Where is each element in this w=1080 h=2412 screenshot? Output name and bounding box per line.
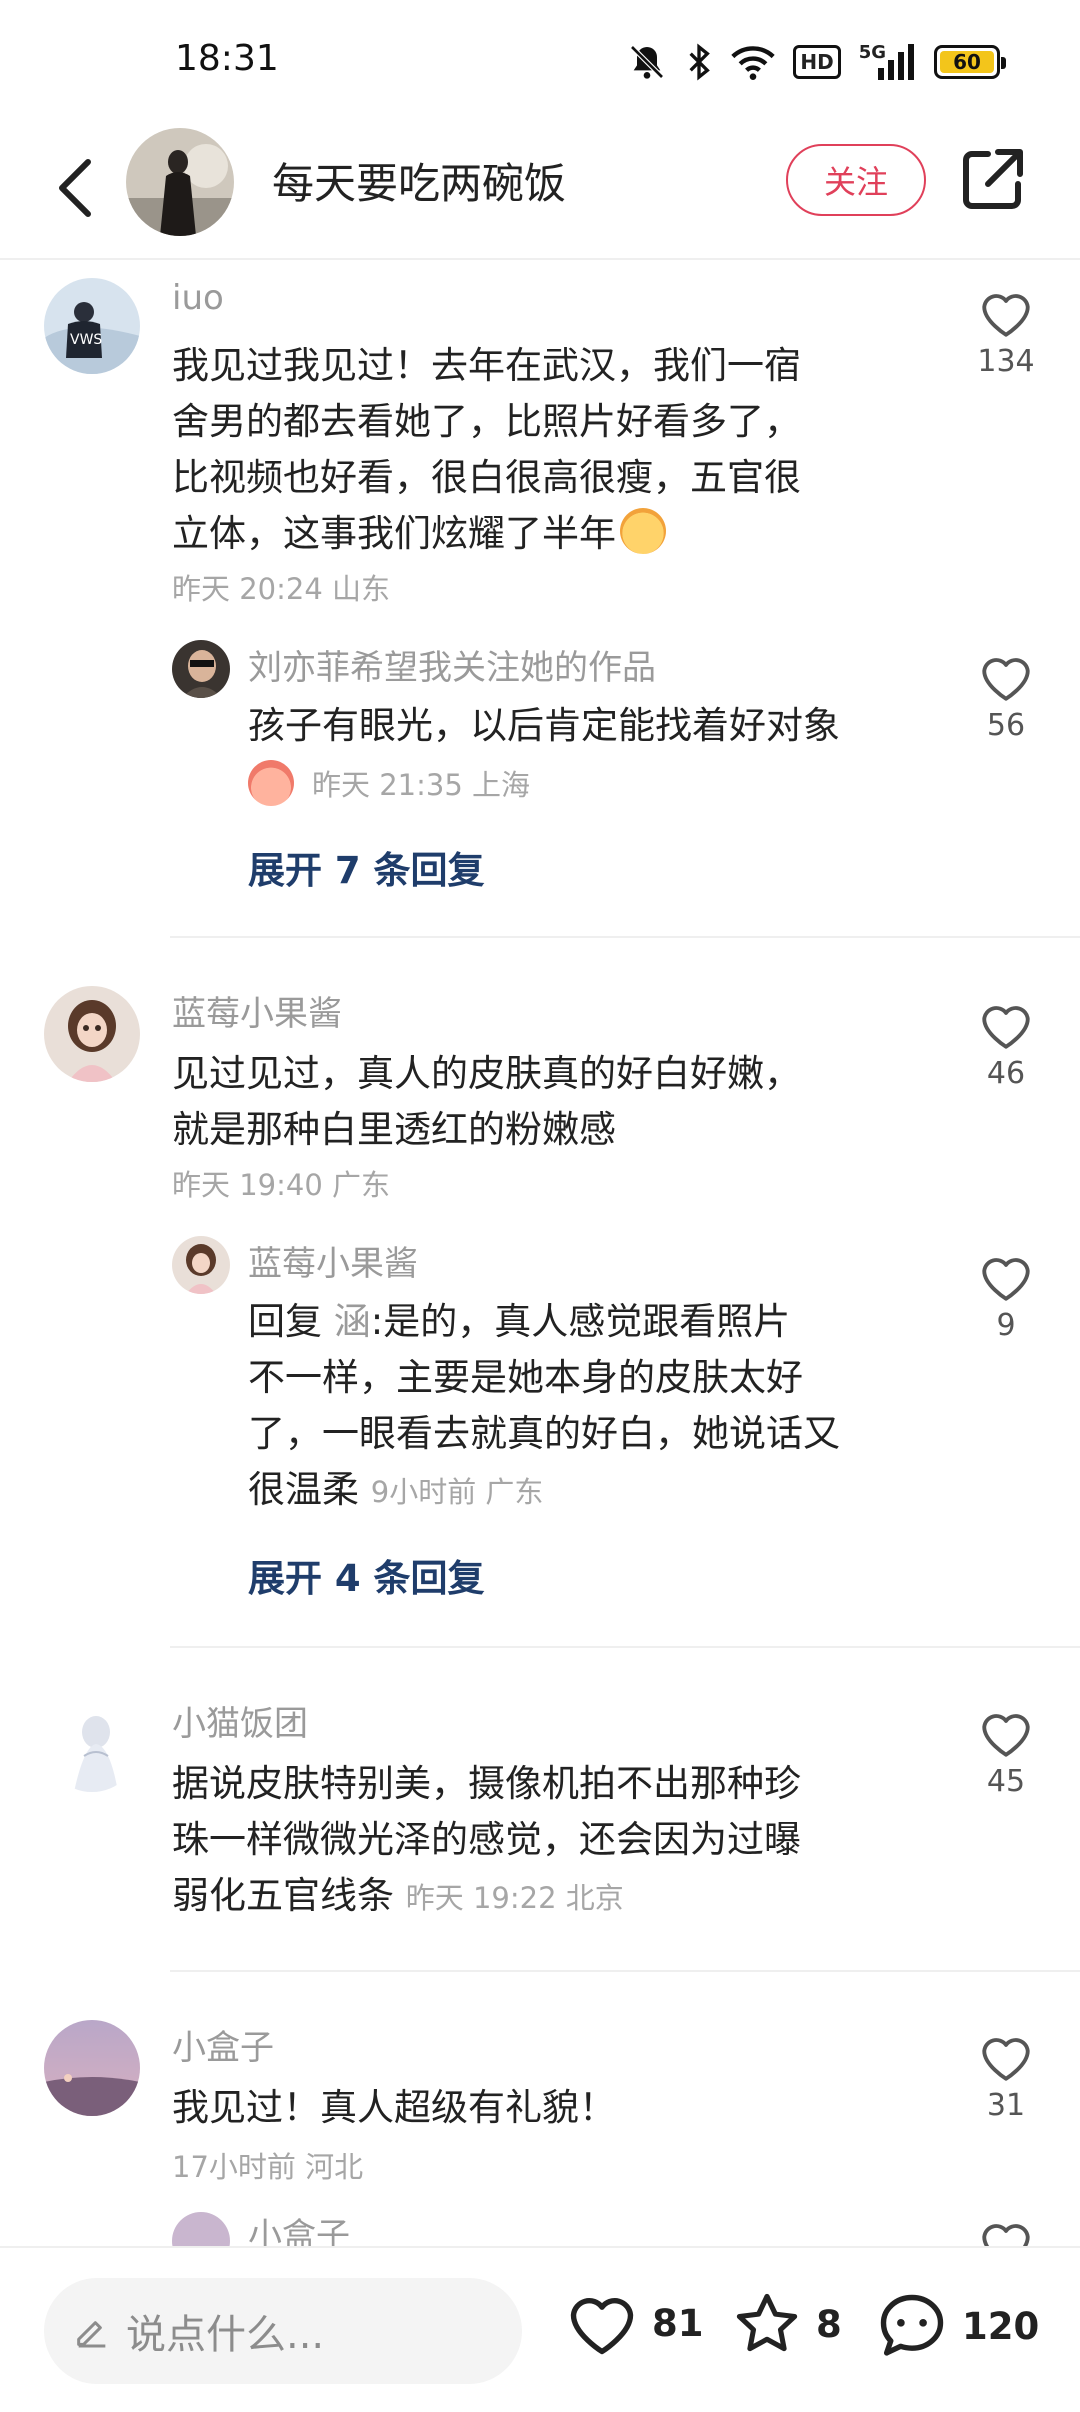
share-button[interactable] <box>956 144 1028 216</box>
svg-text:VWS: VWS <box>70 332 102 348</box>
comment-text: 我见过！真人超级有礼貌！ <box>172 2086 616 2129</box>
comment-text-line: 弱化五官线条 <box>172 1874 394 1917</box>
comment-meta: 昨天 20:24 山东 <box>172 572 391 606</box>
avatar[interactable] <box>44 1696 140 1792</box>
post-like-count: 81 <box>652 2301 704 2345</box>
comment-input[interactable]: 说点什么... <box>44 2278 522 2384</box>
crying-laughing-emoji-icon <box>620 508 666 554</box>
follow-button[interactable]: 关注 <box>786 144 926 216</box>
reply-username[interactable]: 刘亦菲希望我关注她的作品 <box>248 640 656 689</box>
heart-icon <box>982 1006 1030 1049</box>
reply-text-line: :是的，真人感觉跟看照片 <box>370 1300 791 1343</box>
comment-count: 120 <box>962 2304 1040 2348</box>
post-header: 每天要吃两碗饭 关注 <box>0 120 1080 260</box>
status-icons: HD 5G 60 <box>627 38 1006 86</box>
heart-icon <box>982 658 1030 701</box>
expand-replies-button[interactable]: 展开 4 条回复 <box>248 1548 485 1602</box>
battery-icon: 60 <box>934 45 1006 79</box>
reply-text-line: 不一样，主要是她本身的皮肤太好 <box>248 1356 803 1399</box>
comment-meta: 昨天 19:40 广东 <box>172 1168 391 1202</box>
like-count: 31 <box>986 2088 1026 2123</box>
like-post-button[interactable]: 81 <box>564 2288 704 2358</box>
battery-level: 60 <box>940 50 994 74</box>
favorite-button[interactable]: 8 <box>730 2288 842 2360</box>
author-avatar[interactable] <box>126 128 234 236</box>
reply-meta: 9小时前 广东 <box>370 1475 544 1509</box>
reply-text-line: 了，一眼看去就真的好白，她说话又 <box>248 1412 840 1455</box>
comment-text: 我见过我见过！去年在武汉，我们一宿 舍男的都去看她了，比照片好看多了， 比视频也… <box>172 338 912 562</box>
comment-bubble-icon <box>880 2294 944 2356</box>
comment-text: 见过见过，真人的皮肤真的好白好嫩， 就是那种白里透红的粉嫩感 <box>172 1046 932 1158</box>
divider <box>170 1970 1080 1972</box>
like-button[interactable]: 31 <box>966 2030 1046 2123</box>
like-count: 134 <box>977 344 1035 379</box>
avatar[interactable] <box>44 2020 140 2116</box>
like-button[interactable]: 56 <box>966 650 1046 743</box>
reply-text: 回复 涵:是的，真人感觉跟看照片 不一样，主要是她本身的皮肤太好 了，一眼看去就… <box>248 1294 948 1520</box>
expand-replies-button[interactable]: 展开 7 条回复 <box>248 840 485 894</box>
comment-username[interactable]: iuo <box>172 278 224 318</box>
like-button[interactable]: 9 <box>966 1250 1046 1343</box>
like-button[interactable]: 134 <box>966 286 1046 379</box>
heart-icon <box>982 294 1030 337</box>
avatar[interactable] <box>172 1236 230 1294</box>
like-count: 56 <box>986 708 1026 743</box>
like-button[interactable]: 46 <box>966 998 1046 1091</box>
reply-meta: 昨天 21:35 上海 <box>248 760 530 806</box>
status-time: 18:31 <box>175 38 279 79</box>
share-icon <box>963 149 1023 209</box>
star-icon <box>736 2293 798 2352</box>
comment-text-line: 据说皮肤特别美，摄像机拍不出那种珍 <box>172 1762 801 1805</box>
reply-username[interactable]: 蓝莓小果酱 <box>248 1236 418 1285</box>
back-button[interactable] <box>36 148 116 228</box>
heart-icon <box>982 1714 1030 1757</box>
avatar[interactable] <box>172 640 230 698</box>
reply-meta-text: 昨天 21:35 上海 <box>312 768 531 802</box>
comment-text-line: 比视频也好看，很白很高很瘦，五官很 <box>172 456 801 499</box>
pencil-icon <box>77 2321 106 2348</box>
bluetooth-icon <box>685 40 713 84</box>
comment-text-line: 我见过我见过！去年在武汉，我们一宿 <box>172 344 801 387</box>
reply-text-line: 很温柔 <box>248 1468 359 1511</box>
signal-icon: 5G <box>859 40 916 84</box>
like-count: 9 <box>996 1308 1016 1343</box>
wifi-icon <box>731 40 776 84</box>
comment-username[interactable]: 蓝莓小果酱 <box>172 986 342 1035</box>
reply-prefix: 回复 <box>248 1300 322 1343</box>
divider <box>170 936 1080 938</box>
heart-icon <box>570 2298 634 2355</box>
comment-text-line: 立体，这事我们炫耀了半年 <box>172 512 616 555</box>
comment-username[interactable]: 小猫饭团 <box>172 1696 308 1745</box>
chevron-left-icon <box>59 159 91 217</box>
like-count: 45 <box>986 1764 1026 1799</box>
author-name[interactable]: 每天要吃两碗饭 <box>272 150 566 211</box>
favorite-count: 8 <box>816 2302 842 2346</box>
comment-meta: 17小时前 河北 <box>172 2150 364 2184</box>
mute-bell-icon <box>627 40 667 84</box>
comment-input-placeholder: 说点什么... <box>126 2312 325 2358</box>
comments-button[interactable]: 120 <box>874 2288 1039 2364</box>
avatar[interactable] <box>44 986 140 1082</box>
hd-badge: HD <box>793 45 841 79</box>
like-button[interactable]: 45 <box>966 1706 1046 1799</box>
comment-text-line: 舍男的都去看她了，比照片好看多了， <box>172 400 801 443</box>
bottom-action-bar: 说点什么... 81 8 120 <box>0 2246 1080 2412</box>
reply-text: 孩子有眼光，以后肯定能找着好对象 <box>248 704 840 747</box>
comment-meta: 昨天 19:22 北京 <box>405 1881 624 1915</box>
divider <box>170 1646 1080 1648</box>
network-type: 5G <box>858 41 886 63</box>
comment-text-line: 见过见过，真人的皮肤真的好白好嫩， <box>172 1052 801 1095</box>
comment-username[interactable]: 小盒子 <box>172 2020 274 2069</box>
comment-text-line: 珠一样微微光泽的感觉，还会因为过曝 <box>172 1818 801 1861</box>
comment-text: 据说皮肤特别美，摄像机拍不出那种珍 珠一样微微光泽的感觉，还会因为过曝 弱化五官… <box>172 1756 932 1926</box>
like-count: 46 <box>986 1056 1026 1091</box>
reply-to-user[interactable]: 涵 <box>334 1300 371 1343</box>
heart-icon <box>982 1258 1030 1301</box>
avatar[interactable]: VWS <box>44 278 140 374</box>
status-bar: 18:31 HD 5G 60 <box>0 0 1080 120</box>
comment-text-line: 就是那种白里透红的粉嫩感 <box>172 1108 616 1151</box>
peach-emoji-icon <box>248 760 294 806</box>
heart-icon <box>982 2038 1030 2081</box>
